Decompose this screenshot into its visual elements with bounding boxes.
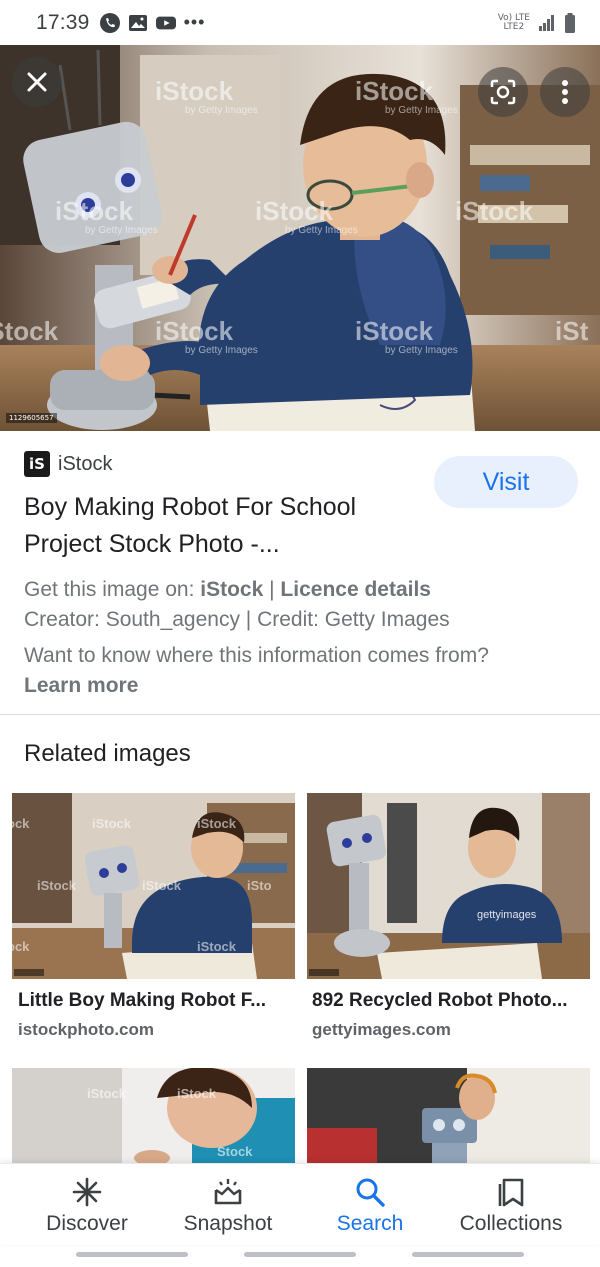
battery-icon <box>565 12 575 33</box>
related-image-4-photo <box>307 1068 590 1163</box>
related-image-1[interactable]: ock iStock iStock iStock iStock iSto ock iSto… <box>12 793 295 979</box>
related-image-1-domain: istockphoto.com <box>18 1020 155 1039</box>
svg-text:iStock: iStock <box>455 196 534 226</box>
result-info: iS iStock Visit Boy Making Robot For Sch… <box>0 431 600 715</box>
gesture-bar-right[interactable] <box>412 1252 524 1257</box>
svg-text:by Getty Images: by Getty Images <box>185 105 258 116</box>
lens-icon <box>490 79 516 105</box>
info-source-text: Want to know where this information come… <box>24 644 489 697</box>
svg-text:iSto: iSto <box>247 878 272 893</box>
source-name: iStock <box>58 452 113 475</box>
svg-text:ock: ock <box>12 816 30 831</box>
status-time: 17:39 <box>36 10 90 34</box>
bookmark-icon <box>498 1178 524 1207</box>
signal-icon <box>539 14 554 31</box>
related-image-3-photo: iStock iStock Stock <box>12 1068 295 1163</box>
close-icon <box>27 72 47 92</box>
licence-details-link[interactable]: Licence details <box>280 578 431 601</box>
svg-text:by Getty Images: by Getty Images <box>385 345 458 356</box>
more-notifications-icon: ••• <box>183 12 206 32</box>
svg-text:iStock: iStock <box>177 1086 217 1101</box>
source-row[interactable]: iS iStock <box>24 451 112 477</box>
section-divider <box>0 714 600 715</box>
istock-logo: iS <box>24 451 50 477</box>
learn-more-link[interactable]: Learn more <box>24 674 138 697</box>
more-vert-icon <box>562 80 568 104</box>
network-type: Vo) LTE LTE2 <box>497 12 530 32</box>
related-image-2[interactable]: gettyimages <box>307 793 590 979</box>
hero-image[interactable]: iStock iStock iStock iStock iStock iStoc… <box>0 45 600 431</box>
lens-button[interactable] <box>478 67 528 117</box>
svg-text:iStock: iStock <box>87 1086 127 1101</box>
snapshot-icon <box>214 1179 242 1205</box>
svg-text:iStock: iStock <box>355 316 434 346</box>
gesture-bar-center[interactable] <box>244 1252 356 1257</box>
svg-text:iStock: iStock <box>0 316 59 346</box>
visit-button[interactable]: Visit <box>434 456 578 508</box>
image-id-label: 1129605657 <box>6 413 57 423</box>
svg-text:by Getty Images: by Getty Images <box>85 225 158 236</box>
image-meta: Get this image on: iStock | Licence deta… <box>24 575 450 635</box>
related-image-2-title[interactable]: 892 Recycled Robot Photo... <box>312 990 568 1012</box>
svg-text:iStock: iStock <box>197 816 237 831</box>
gesture-bar-left[interactable] <box>76 1252 188 1257</box>
istock-link[interactable]: iStock <box>200 578 263 601</box>
related-image-1-title[interactable]: Little Boy Making Robot F... <box>18 990 266 1012</box>
status-bar: 17:39 ••• Vo) LTE LTE2 <box>0 0 600 45</box>
search-icon <box>356 1178 385 1207</box>
nav-search[interactable]: Search <box>295 1176 445 1236</box>
more-options-button[interactable] <box>540 67 590 117</box>
related-images-heading: Related images <box>24 740 191 767</box>
svg-text:iStock: iStock <box>197 939 237 954</box>
svg-text:by Getty Images: by Getty Images <box>385 105 458 116</box>
related-image-2-photo: gettyimages <box>307 793 590 979</box>
svg-text:gettyimages: gettyimages <box>477 909 537 921</box>
asterisk-icon <box>72 1177 102 1207</box>
phone-icon <box>99 12 120 33</box>
result-title-line1: Boy Making Robot For School <box>24 493 357 521</box>
svg-text:iStock: iStock <box>255 196 334 226</box>
svg-text:ock: ock <box>12 939 30 954</box>
get-image-row: Get this image on: iStock | Licence deta… <box>24 578 431 601</box>
gallery-icon <box>128 14 147 31</box>
creator-credit: Creator: South_agency | Credit: Getty Im… <box>24 608 450 631</box>
related-image-2-domain: gettyimages.com <box>312 1020 451 1039</box>
related-image-3[interactable]: iStock iStock Stock <box>12 1068 295 1163</box>
svg-text:iStock: iStock <box>92 816 132 831</box>
related-image-1-photo: ock iStock iStock iStock iStock iSto ock iSto… <box>12 793 295 979</box>
svg-text:by Getty Images: by Getty Images <box>285 225 358 236</box>
close-button[interactable] <box>12 57 62 107</box>
nav-snapshot[interactable]: Snapshot <box>153 1176 303 1236</box>
svg-text:iStock: iStock <box>155 76 234 106</box>
status-notification-icons: ••• <box>99 12 206 33</box>
svg-text:iStock: iStock <box>55 196 134 226</box>
nav-discover[interactable]: Discover <box>12 1176 162 1236</box>
related-image-4[interactable] <box>307 1068 590 1163</box>
svg-text:iStock: iStock <box>355 76 434 106</box>
result-title[interactable]: Boy Making Robot For School Project Stoc… <box>24 489 424 563</box>
svg-text:iStock: iStock <box>37 878 77 893</box>
svg-text:by Getty Images: by Getty Images <box>185 345 258 356</box>
bottom-navigation: Discover Snapshot Search Collections <box>0 1163 600 1245</box>
svg-text:iStock: iStock <box>155 316 234 346</box>
result-title-line2: Project Stock Photo -... <box>24 530 280 558</box>
youtube-icon <box>155 16 176 29</box>
svg-text:iStock: iStock <box>142 878 182 893</box>
nav-collections[interactable]: Collections <box>436 1176 586 1236</box>
svg-text:Stock: Stock <box>217 1144 253 1159</box>
svg-text:iSt: iSt <box>555 316 589 346</box>
status-right: Vo) LTE LTE2 <box>497 12 576 33</box>
